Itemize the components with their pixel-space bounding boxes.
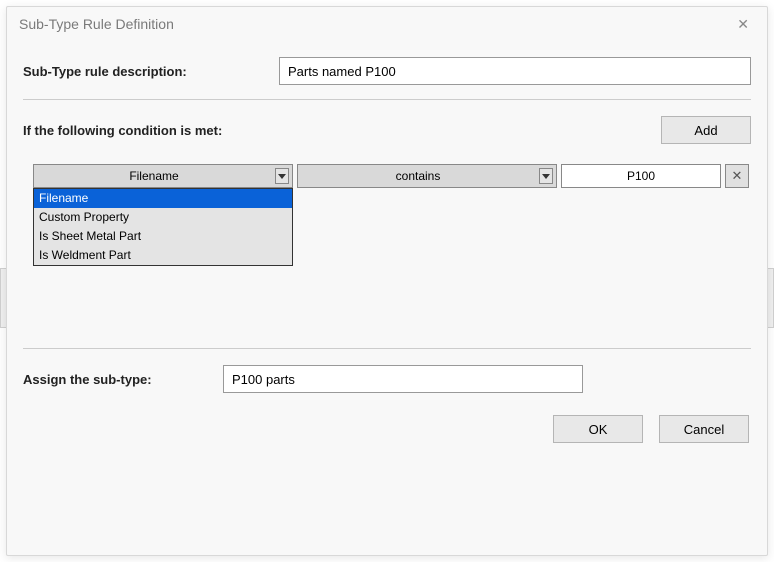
description-input[interactable] bbox=[279, 57, 751, 85]
add-button[interactable]: Add bbox=[661, 116, 751, 144]
divider bbox=[23, 348, 751, 349]
window-title: Sub-Type Rule Definition bbox=[19, 16, 174, 32]
operator-combobox[interactable]: contains bbox=[297, 164, 557, 188]
dropdown-option-filename[interactable]: Filename bbox=[34, 189, 292, 208]
dropdown-option-sheet-metal[interactable]: Is Sheet Metal Part bbox=[34, 227, 292, 246]
subtype-rule-dialog: Sub-Type Rule Definition ✕ Sub-Type rule… bbox=[6, 6, 768, 556]
value-input[interactable]: P100 bbox=[561, 164, 721, 188]
chevron-down-icon[interactable] bbox=[539, 168, 553, 184]
dropdown-option-custom-property[interactable]: Custom Property bbox=[34, 208, 292, 227]
field-combobox[interactable]: Filename bbox=[33, 164, 293, 188]
close-icon[interactable]: ✕ bbox=[729, 12, 757, 37]
delete-condition-button[interactable]: ✕ bbox=[725, 164, 749, 188]
condition-row: Filename contains P100 ✕ bbox=[33, 164, 751, 188]
operator-combobox-value: contains bbox=[396, 169, 441, 183]
assign-subtype-input[interactable] bbox=[223, 365, 583, 393]
condition-table: Filename contains P100 ✕ Filename Custom… bbox=[33, 164, 751, 188]
condition-label: If the following condition is met: bbox=[23, 123, 222, 138]
ok-button[interactable]: OK bbox=[553, 415, 643, 443]
field-dropdown-list: Filename Custom Property Is Sheet Metal … bbox=[33, 188, 293, 266]
dropdown-option-weldment[interactable]: Is Weldment Part bbox=[34, 246, 292, 265]
assign-label: Assign the sub-type: bbox=[23, 372, 223, 387]
description-label: Sub-Type rule description: bbox=[23, 64, 279, 79]
cancel-button[interactable]: Cancel bbox=[659, 415, 749, 443]
dialog-footer: OK Cancel bbox=[23, 415, 751, 443]
field-combobox-value: Filename bbox=[129, 169, 178, 183]
close-icon: ✕ bbox=[732, 168, 743, 184]
titlebar: Sub-Type Rule Definition ✕ bbox=[7, 7, 767, 41]
divider bbox=[23, 99, 751, 100]
chevron-down-icon[interactable] bbox=[275, 168, 289, 184]
